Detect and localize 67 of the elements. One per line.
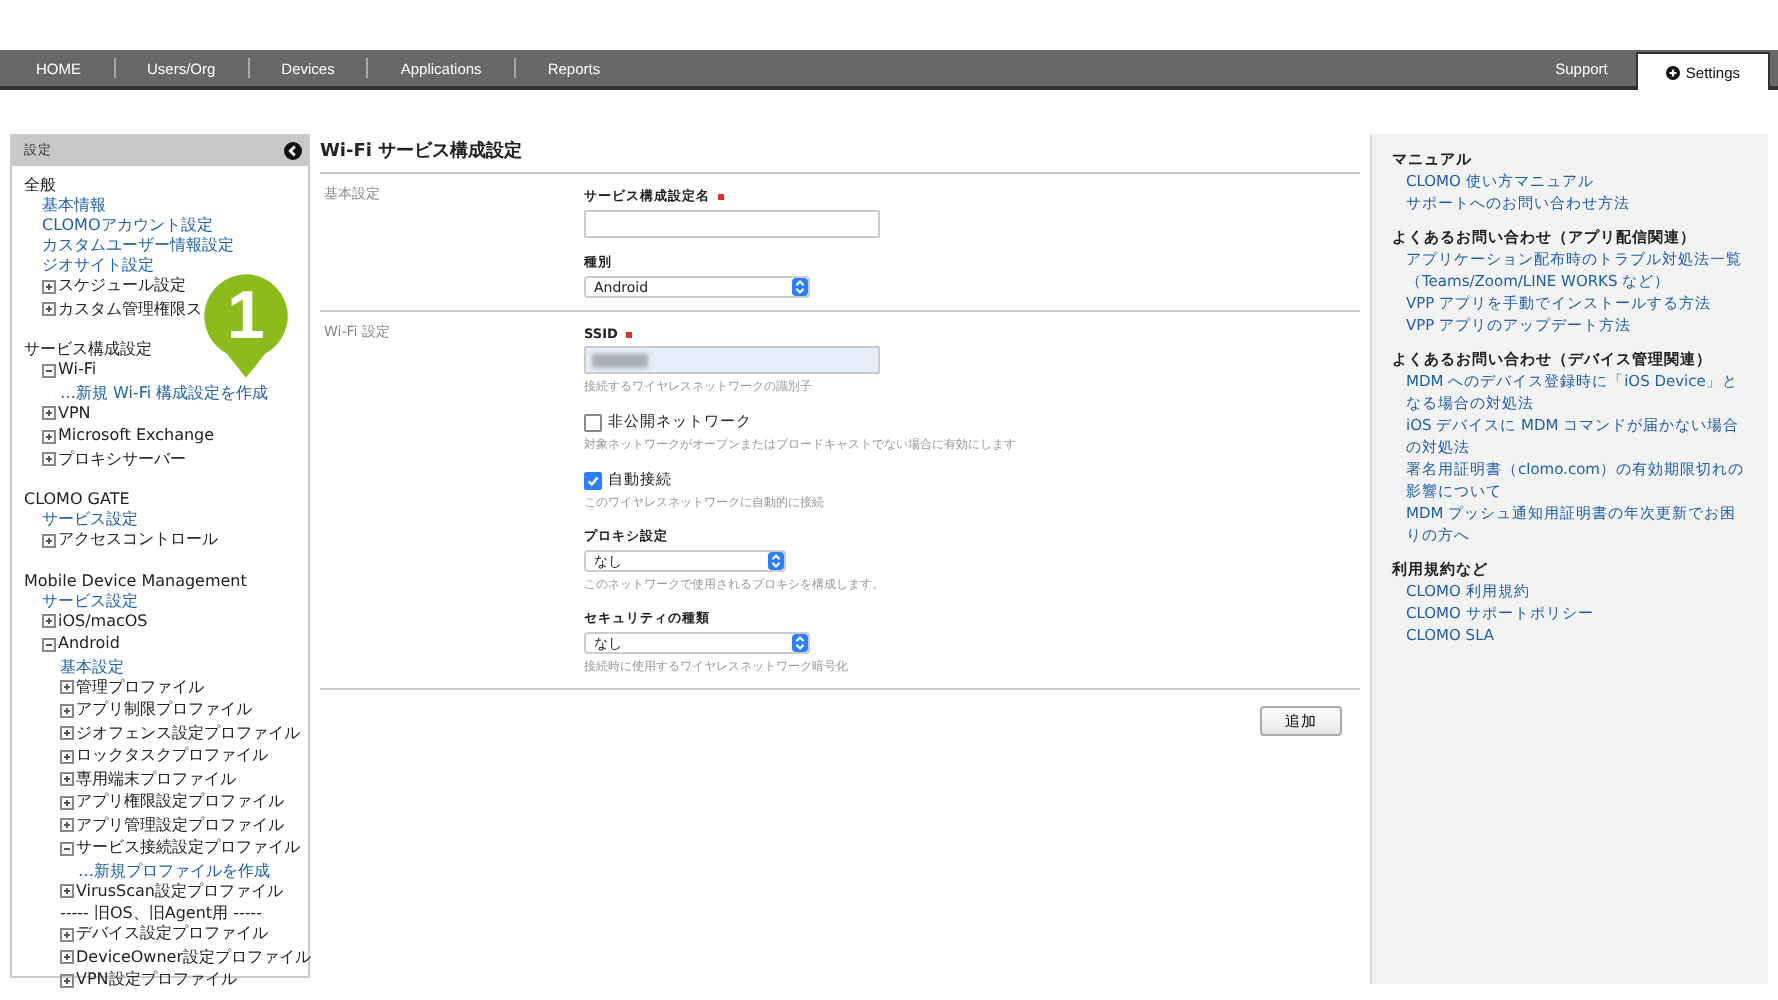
- tree-item[interactable]: デバイス設定プロファイル: [60, 924, 268, 944]
- collapse-icon[interactable]: [42, 363, 56, 377]
- expand-icon[interactable]: [60, 818, 74, 832]
- tree-item[interactable]: カスタム管理権限ス: [42, 299, 202, 319]
- expand-icon[interactable]: [42, 302, 56, 316]
- expand-icon[interactable]: [60, 884, 74, 898]
- blurred-text: [592, 353, 648, 367]
- tree-item[interactable]: Android: [42, 634, 120, 654]
- page-title: Wi-Fi サービス構成設定: [320, 134, 1360, 174]
- tree-item[interactable]: アクセスコントロール: [42, 530, 218, 550]
- tree-item[interactable]: サービス接続設定プロファイル: [60, 838, 300, 858]
- tree-item[interactable]: VirusScan設定プロファイル: [60, 881, 283, 901]
- dropdown-arrow-icon: [768, 552, 784, 570]
- tree-link[interactable]: 基本設定: [60, 657, 124, 675]
- tree-link[interactable]: ジオサイト設定: [42, 256, 154, 274]
- tree-link[interactable]: サービス設定: [42, 591, 138, 609]
- tree-item[interactable]: 専用端末プロファイル: [60, 769, 236, 789]
- expand-icon[interactable]: [60, 680, 74, 694]
- tree-item[interactable]: 管理プロファイル: [60, 677, 204, 697]
- group-heading: CLOMO GATE: [24, 490, 130, 510]
- tree-item[interactable]: iOS/macOS: [42, 611, 148, 631]
- step-number: 1: [226, 280, 266, 352]
- collapse-icon[interactable]: [42, 637, 56, 651]
- collapse-icon[interactable]: [284, 142, 302, 160]
- expand-icon[interactable]: [60, 703, 74, 717]
- checkbox[interactable]: [584, 471, 602, 489]
- tree-item[interactable]: アプリ管理設定プロファイル: [60, 815, 284, 835]
- tree-item[interactable]: Microsoft Exchange: [42, 426, 215, 446]
- group-heading: サービス構成設定: [24, 340, 152, 360]
- expand-icon[interactable]: [42, 406, 56, 420]
- group-heading: 全般: [24, 176, 56, 196]
- expand-icon[interactable]: [42, 452, 56, 466]
- tree-item[interactable]: アプリ権限設定プロファイル: [60, 792, 284, 812]
- expand-icon[interactable]: [42, 279, 56, 293]
- dropdown-arrow-icon: [792, 278, 808, 296]
- group-heading: Mobile Device Management: [24, 571, 247, 591]
- expand-icon[interactable]: [60, 749, 74, 763]
- expand-icon[interactable]: [60, 927, 74, 941]
- tree-item[interactable]: スケジュール設定: [42, 276, 186, 296]
- tree-item[interactable]: Wi-Fi: [42, 360, 97, 380]
- expand-icon[interactable]: [42, 533, 56, 547]
- tree-item[interactable]: プロキシサーバー: [42, 449, 186, 469]
- tree-item[interactable]: DeviceOwner設定プロファイル: [60, 947, 311, 967]
- tree-link[interactable]: 基本情報: [42, 196, 106, 214]
- tree-link[interactable]: CLOMOアカウント設定: [42, 216, 213, 234]
- tree-link[interactable]: …新規 Wi-Fi 構成設定を作成: [60, 383, 269, 401]
- tree-link[interactable]: サービス設定: [42, 510, 138, 528]
- checkbox[interactable]: [584, 413, 602, 431]
- tree-separator: ----- 旧OS、旧Agent用 -----: [60, 904, 263, 922]
- tree-link[interactable]: カスタムユーザー情報設定: [42, 236, 234, 254]
- tree-item[interactable]: VPN設定プロファイル: [60, 970, 237, 990]
- input-field[interactable]: [584, 346, 880, 374]
- expand-icon[interactable]: [60, 726, 74, 740]
- tree-item[interactable]: アプリ制限プロファイル: [60, 700, 252, 720]
- expand-icon[interactable]: [60, 772, 74, 786]
- expand-icon[interactable]: [42, 429, 56, 443]
- expand-icon[interactable]: [60, 950, 74, 964]
- tree-item[interactable]: ジオフェンス設定プロファイル: [60, 723, 300, 743]
- tree-item[interactable]: ロックタスクプロファイル: [60, 746, 268, 766]
- input-field[interactable]: [584, 210, 880, 238]
- expand-icon[interactable]: [60, 795, 74, 809]
- expand-icon[interactable]: [60, 973, 74, 987]
- expand-icon[interactable]: [42, 614, 56, 628]
- dropdown-arrow-icon: [792, 634, 808, 652]
- collapse-icon[interactable]: [60, 841, 74, 855]
- tree-link[interactable]: …新規プロファイルを作成: [78, 861, 270, 879]
- tree-item[interactable]: VPN: [42, 403, 91, 423]
